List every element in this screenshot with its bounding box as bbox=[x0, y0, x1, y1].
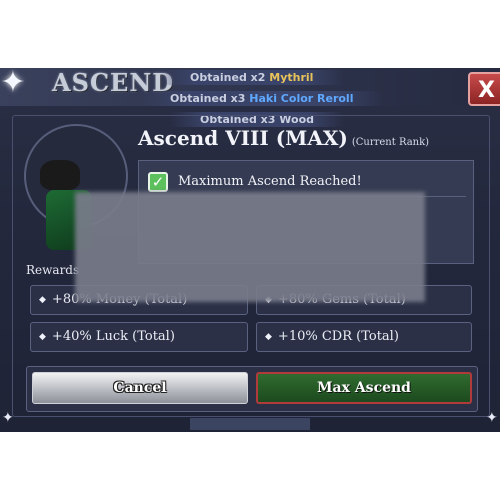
diamond-icon: ◆ bbox=[39, 332, 46, 342]
blurred-region bbox=[75, 192, 425, 302]
diamond-icon: ◆ bbox=[265, 332, 272, 342]
cancel-button[interactable]: Cancel bbox=[32, 372, 248, 404]
notification-item: Mythril bbox=[269, 71, 314, 84]
reward-text: +40% Luck (Total) bbox=[51, 329, 175, 344]
sparkle-icon: ✦ bbox=[0, 65, 26, 100]
rank-title: Ascend VIII (MAX) (Current Rank) bbox=[138, 126, 429, 150]
max-ascend-button[interactable]: Max Ascend bbox=[256, 372, 472, 404]
sparkle-icon: ✦ bbox=[486, 410, 498, 426]
rank-name: Ascend VIII (MAX) bbox=[138, 126, 348, 150]
notification-item: Haki Color Reroll bbox=[249, 92, 354, 105]
rank-subtitle: (Current Rank) bbox=[351, 137, 430, 148]
obtained-notification: Obtained x2 Mythril bbox=[160, 70, 344, 85]
notification-prefix: Obtained x2 bbox=[190, 71, 266, 84]
notification-prefix: Obtained x3 bbox=[170, 92, 246, 105]
checkmark-icon: ✓ bbox=[148, 172, 168, 192]
reward-text: +10% CDR (Total) bbox=[277, 329, 399, 344]
avatar-head bbox=[40, 160, 80, 190]
reward-item: ◆ +10% CDR (Total) bbox=[256, 322, 472, 352]
diamond-icon: ◆ bbox=[39, 295, 46, 305]
bottom-strip bbox=[190, 418, 310, 430]
rewards-label: Rewards bbox=[26, 263, 80, 277]
reward-item: ◆ +40% Luck (Total) bbox=[30, 322, 248, 352]
obtained-notification: Obtained x3 Haki Color Reroll bbox=[140, 91, 384, 106]
close-button[interactable]: X bbox=[468, 72, 500, 106]
max-reached-message: Maximum Ascend Reached! bbox=[178, 174, 362, 189]
sparkle-icon: ✦ bbox=[2, 410, 14, 426]
